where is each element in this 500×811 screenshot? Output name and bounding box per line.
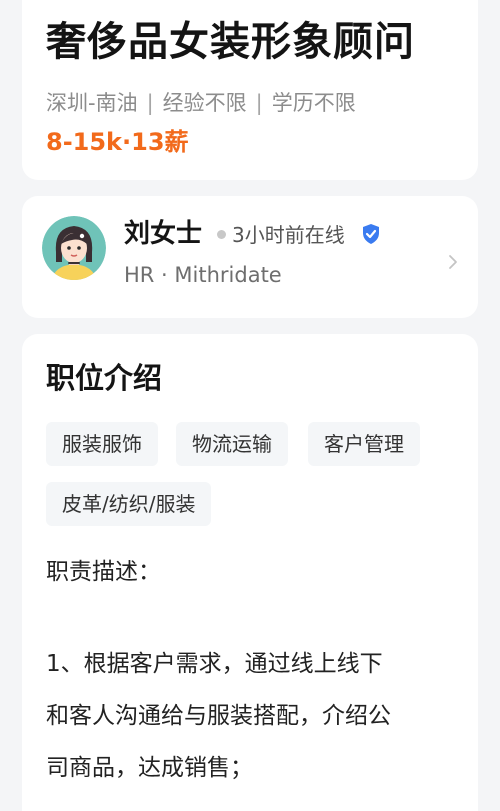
job-description-card: 职位介绍 服装服饰 物流运输 客户管理 皮革/纺织/服装 职责描述： 1、根据客…	[22, 334, 478, 811]
tag-item[interactable]: 服装服饰	[46, 422, 158, 466]
duties-heading: 职责描述：	[46, 559, 161, 585]
job-experience: 经验不限	[162, 91, 247, 115]
job-location: 深圳-南油	[46, 91, 138, 115]
meta-separator: |	[255, 91, 263, 115]
verified-check-icon	[363, 224, 379, 244]
job-meta: 深圳-南油 | 经验不限 | 学历不限	[46, 88, 356, 118]
section-title: 职位介绍	[46, 361, 163, 395]
tag-item[interactable]: 物流运输	[176, 422, 288, 466]
recruiter-name: 刘女士	[124, 219, 203, 249]
duties-line: 1、根据客户需求，通过线上线下	[46, 651, 383, 677]
recruiter-card[interactable]: 刘女士 3小时前在线 HR · Mithridate	[22, 196, 478, 318]
job-salary: 8-15k·13薪	[46, 128, 189, 156]
meta-separator: |	[146, 91, 154, 115]
duties-line: 和客人沟通给与服装搭配，介绍公	[46, 703, 391, 729]
job-education: 学历不限	[271, 91, 356, 115]
avatar[interactable]	[42, 216, 106, 280]
recruiter-company: HR · Mithridate	[124, 263, 282, 287]
online-status-dot	[217, 230, 226, 239]
tag-item[interactable]: 皮革/纺织/服装	[46, 482, 212, 526]
avatar-illustration	[42, 216, 106, 280]
job-title: 奢侈品女装形象顾问	[46, 19, 415, 65]
recruiter-online-status: 3小时前在线	[232, 223, 345, 247]
job-header-card: 奢侈品女装形象顾问 深圳-南油 | 经验不限 | 学历不限 8-15k·13薪	[22, 0, 478, 180]
chevron-right-icon[interactable]	[448, 254, 458, 270]
tag-item[interactable]: 客户管理	[308, 422, 420, 466]
duties-line: 司商品，达成销售；	[46, 755, 253, 781]
